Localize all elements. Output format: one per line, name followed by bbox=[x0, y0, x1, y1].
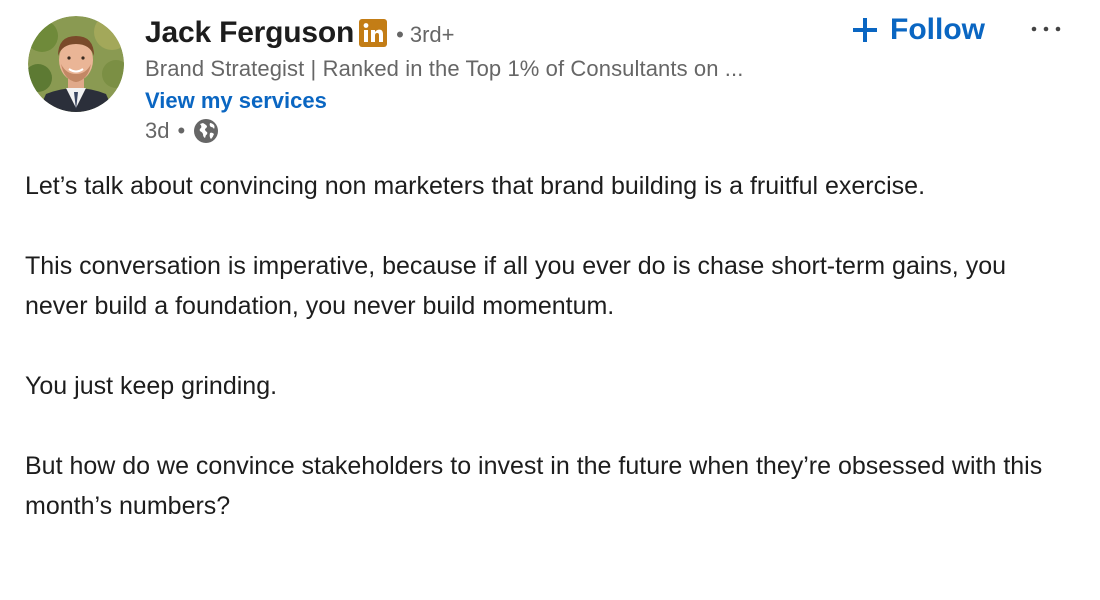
connection-degree-label: 3rd+ bbox=[409, 22, 455, 47]
view-services-link[interactable]: View my services bbox=[145, 88, 327, 114]
post-paragraph: Let’s talk about convincing non marketer… bbox=[25, 172, 926, 200]
author-name-row: Jack Ferguson • 3rd+ bbox=[145, 12, 845, 54]
connection-degree: • 3rd+ bbox=[396, 22, 455, 47]
post-time: 3d bbox=[145, 118, 170, 143]
author-headline: Brand Strategist | Ranked in the Top 1% … bbox=[145, 56, 744, 81]
more-options-icon bbox=[1031, 26, 1061, 32]
author-name[interactable]: Jack Ferguson bbox=[145, 16, 354, 50]
post-paragraph: This conversation is imperative, because… bbox=[25, 252, 1007, 320]
more-options-button[interactable] bbox=[1026, 12, 1066, 46]
follow-label: Follow bbox=[890, 13, 985, 46]
post-paragraph: But how do we convince stakeholders to i… bbox=[25, 452, 1043, 520]
post-body: Let’s talk about convincing non marketer… bbox=[25, 166, 1075, 566]
author-avatar[interactable] bbox=[28, 16, 124, 112]
post-header: Jack Ferguson • 3rd+ Brand Strategist | R… bbox=[145, 12, 845, 144]
post-meta: 3d • bbox=[145, 118, 845, 144]
post-paragraph: You just keep grinding. bbox=[25, 372, 278, 400]
meta-separator: • bbox=[177, 118, 186, 143]
follow-button[interactable]: Follow bbox=[852, 10, 985, 50]
globe-icon bbox=[193, 118, 219, 144]
linkedin-premium-icon bbox=[359, 19, 388, 47]
author-photo bbox=[28, 16, 124, 112]
feed-post: Jack Ferguson • 3rd+ Brand Strategist | R… bbox=[0, 0, 1100, 600]
plus-icon bbox=[852, 17, 878, 43]
